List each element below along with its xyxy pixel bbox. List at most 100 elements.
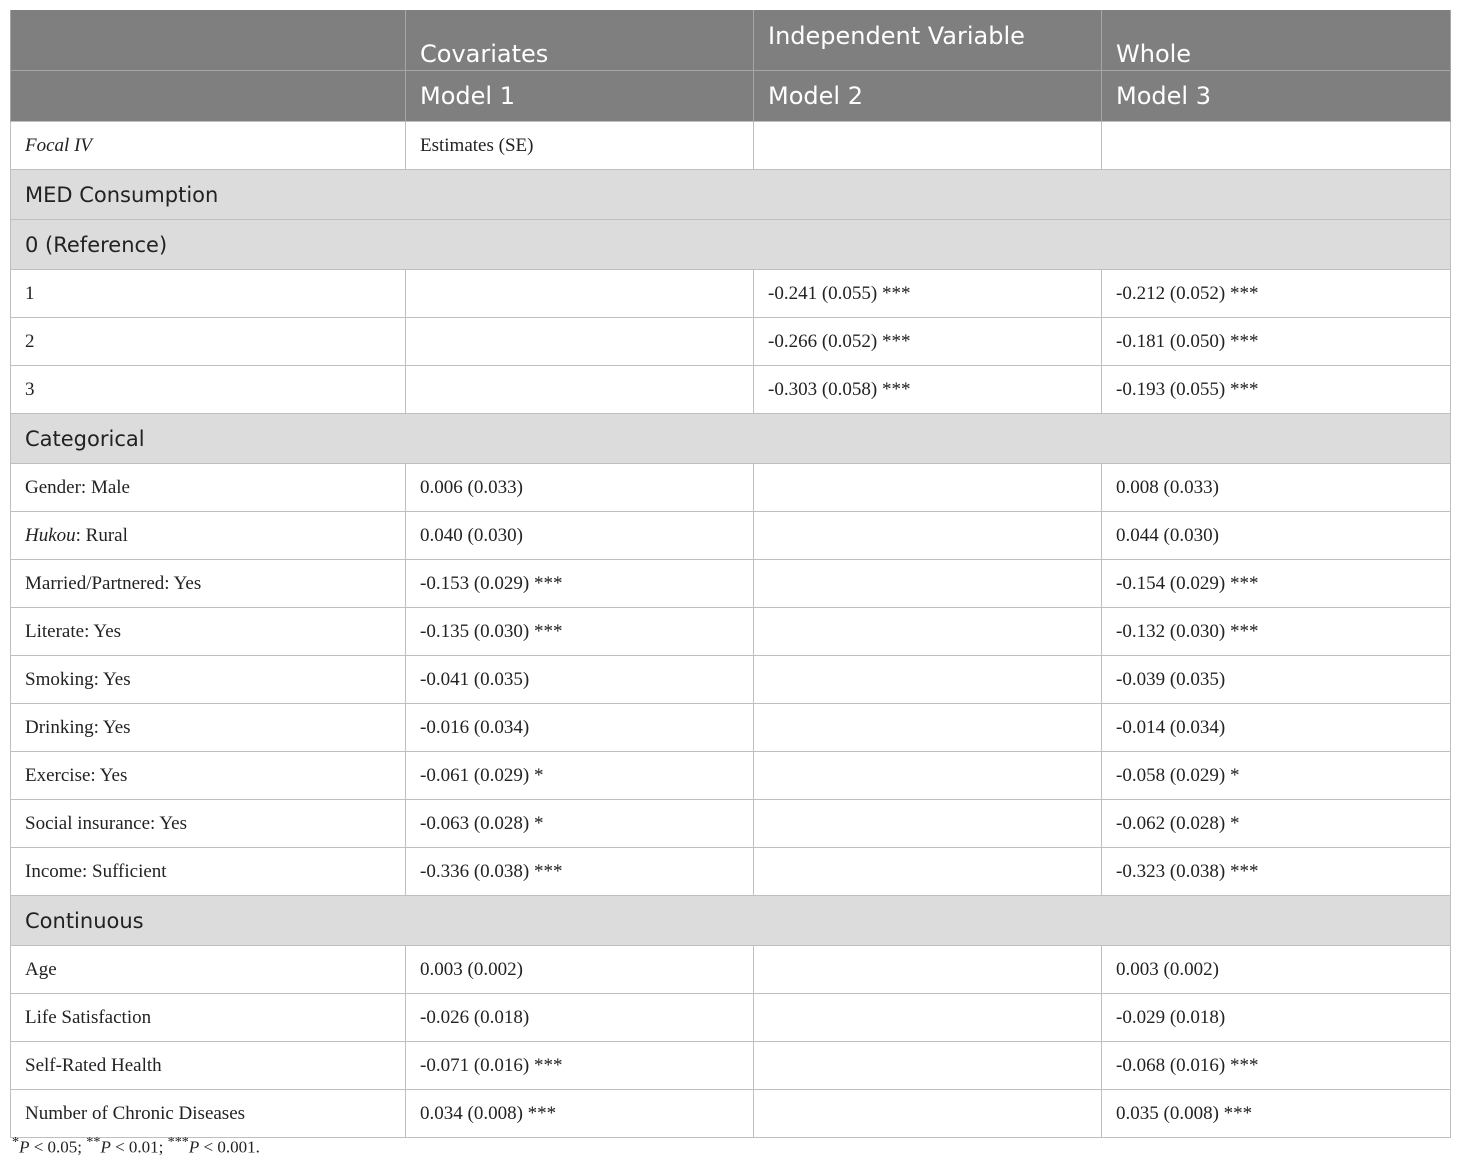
row-label-italic: Hukou	[25, 524, 76, 546]
table-row: 3 -0.303 (0.058) *** -0.193 (0.055) ***	[10, 365, 1451, 414]
footnote-p-2: P	[100, 1137, 111, 1157]
cell-model-3: 0.008 (0.033)	[1101, 463, 1451, 512]
table-row: 2 -0.266 (0.052) *** -0.181 (0.050) ***	[10, 317, 1451, 366]
table-row: Income: Sufficient -0.336 (0.038) *** -0…	[10, 847, 1451, 896]
cell-model-2	[753, 655, 1102, 704]
cell-model-3: 0.044 (0.030)	[1101, 511, 1451, 560]
cell-model-2	[753, 703, 1102, 752]
section-reference: 0 (Reference)	[10, 219, 1451, 270]
section-row: MED Consumption	[10, 169, 1451, 220]
regression-table-container: Covariates Independent Variable Whole Mo…	[10, 10, 1451, 1138]
row-label: Married/Partnered: Yes	[10, 559, 406, 608]
cell-model-2	[753, 607, 1102, 656]
cell-model-1: -0.063 (0.028) *	[405, 799, 754, 848]
footnote-p-1: P	[19, 1137, 30, 1157]
table-row: Social insurance: Yes -0.063 (0.028) * -…	[10, 799, 1451, 848]
cell-model-1: 0.006 (0.033)	[405, 463, 754, 512]
cell-model-3: -0.193 (0.055) ***	[1101, 365, 1451, 414]
header-corner-bottom	[10, 70, 406, 122]
cell-model-2: -0.241 (0.055) ***	[753, 269, 1102, 318]
section-row: Categorical	[10, 413, 1451, 464]
cell-model-3: -0.132 (0.030) ***	[1101, 607, 1451, 656]
table-row: 1 -0.241 (0.055) *** -0.212 (0.052) ***	[10, 269, 1451, 318]
cell-model-1: -0.135 (0.030) ***	[405, 607, 754, 656]
cell-model-1: -0.153 (0.029) ***	[405, 559, 754, 608]
table-row: Gender: Male 0.006 (0.033) 0.008 (0.033)	[10, 463, 1451, 512]
header-whole: Whole	[1101, 10, 1451, 71]
section-row: Continuous	[10, 895, 1451, 946]
row-label: Drinking: Yes	[10, 703, 406, 752]
row-label: Exercise: Yes	[10, 751, 406, 800]
cell-model-2	[753, 799, 1102, 848]
table-row: Hukou: Rural 0.040 (0.030) 0.044 (0.030)	[10, 511, 1451, 560]
footnote-threshold-1: < 0.05;	[29, 1137, 87, 1157]
cell-model-1: -0.041 (0.035)	[405, 655, 754, 704]
cell-model-1: -0.071 (0.016) ***	[405, 1041, 754, 1090]
footnote-star-2: **	[86, 1134, 101, 1150]
cell-model-2	[753, 945, 1102, 994]
table-row: Exercise: Yes -0.061 (0.029) * -0.058 (0…	[10, 751, 1451, 800]
cell-model-1	[405, 317, 754, 366]
table-row: Life Satisfaction -0.026 (0.018) -0.029 …	[10, 993, 1451, 1042]
footnote-threshold-3: < 0.001.	[199, 1137, 260, 1157]
cell-model-3: 0.003 (0.002)	[1101, 945, 1451, 994]
cell-model-3: 0.035 (0.008) ***	[1101, 1089, 1451, 1138]
table-row: Age 0.003 (0.002) 0.003 (0.002)	[10, 945, 1451, 994]
cell-model-1: -0.336 (0.038) ***	[405, 847, 754, 896]
table-row: Number of Chronic Diseases 0.034 (0.008)…	[10, 1089, 1451, 1138]
row-label: Literate: Yes	[10, 607, 406, 656]
table-header: Covariates Independent Variable Whole Mo…	[10, 10, 1451, 122]
row-label: Self-Rated Health	[10, 1041, 406, 1090]
cell-model-1: -0.061 (0.029) *	[405, 751, 754, 800]
cell-model-2	[753, 993, 1102, 1042]
cell-model-2	[753, 847, 1102, 896]
table-body: Focal IV Estimates (SE) MED Consumption …	[10, 121, 1451, 1138]
cell-model-2	[753, 751, 1102, 800]
cell-model-3: -0.029 (0.018)	[1101, 993, 1451, 1042]
table-row: Drinking: Yes -0.016 (0.034) -0.014 (0.0…	[10, 703, 1451, 752]
cell-model-3: -0.212 (0.052) ***	[1101, 269, 1451, 318]
cell-model-1	[405, 269, 754, 318]
footnote-star-3: ***	[167, 1134, 189, 1150]
cell-model-2	[753, 1089, 1102, 1138]
row-label-rest: : Rural	[75, 524, 128, 546]
cell-model-2	[753, 511, 1102, 560]
header-covariates: Covariates	[405, 10, 754, 71]
cell-model-3: -0.181 (0.050) ***	[1101, 317, 1451, 366]
table-row: Focal IV Estimates (SE)	[10, 121, 1451, 170]
cell-model-1: -0.016 (0.034)	[405, 703, 754, 752]
section-categorical: Categorical	[10, 413, 1451, 464]
cell-model-2	[753, 1041, 1102, 1090]
table-row: Literate: Yes -0.135 (0.030) *** -0.132 …	[10, 607, 1451, 656]
table-row: Married/Partnered: Yes -0.153 (0.029) **…	[10, 559, 1451, 608]
cell-model-3: -0.062 (0.028) *	[1101, 799, 1451, 848]
section-continuous: Continuous	[10, 895, 1451, 946]
cell-model-3: -0.154 (0.029) ***	[1101, 559, 1451, 608]
row-label: Gender: Male	[10, 463, 406, 512]
section-med-consumption: MED Consumption	[10, 169, 1451, 220]
regression-table: Covariates Independent Variable Whole Mo…	[10, 10, 1451, 1138]
cell-model-2: -0.266 (0.052) ***	[753, 317, 1102, 366]
focal-iv-label: Focal IV	[10, 121, 406, 170]
cell-model-1: 0.040 (0.030)	[405, 511, 754, 560]
header-model-2: Model 2	[753, 70, 1102, 122]
cell-model-2	[753, 559, 1102, 608]
row-label: Life Satisfaction	[10, 993, 406, 1042]
row-label: 1	[10, 269, 406, 318]
row-label: Number of Chronic Diseases	[10, 1089, 406, 1138]
focal-iv-col1: Estimates (SE)	[405, 121, 754, 170]
row-label: Hukou: Rural	[10, 511, 406, 560]
cell-model-1: 0.034 (0.008) ***	[405, 1089, 754, 1138]
cell-model-3: -0.058 (0.029) *	[1101, 751, 1451, 800]
footnote-p-3: P	[188, 1137, 200, 1157]
significance-footnote: *P < 0.05; **P < 0.01; ***P < 0.001.	[12, 1134, 260, 1158]
header-model-3: Model 3	[1101, 70, 1451, 122]
cell-model-1	[405, 365, 754, 414]
cell-model-2	[753, 463, 1102, 512]
header-corner-top	[10, 10, 406, 71]
row-label: 3	[10, 365, 406, 414]
focal-iv-col3	[1101, 121, 1451, 170]
cell-model-3: -0.039 (0.035)	[1101, 655, 1451, 704]
cell-model-1: -0.026 (0.018)	[405, 993, 754, 1042]
section-row: 0 (Reference)	[10, 219, 1451, 270]
